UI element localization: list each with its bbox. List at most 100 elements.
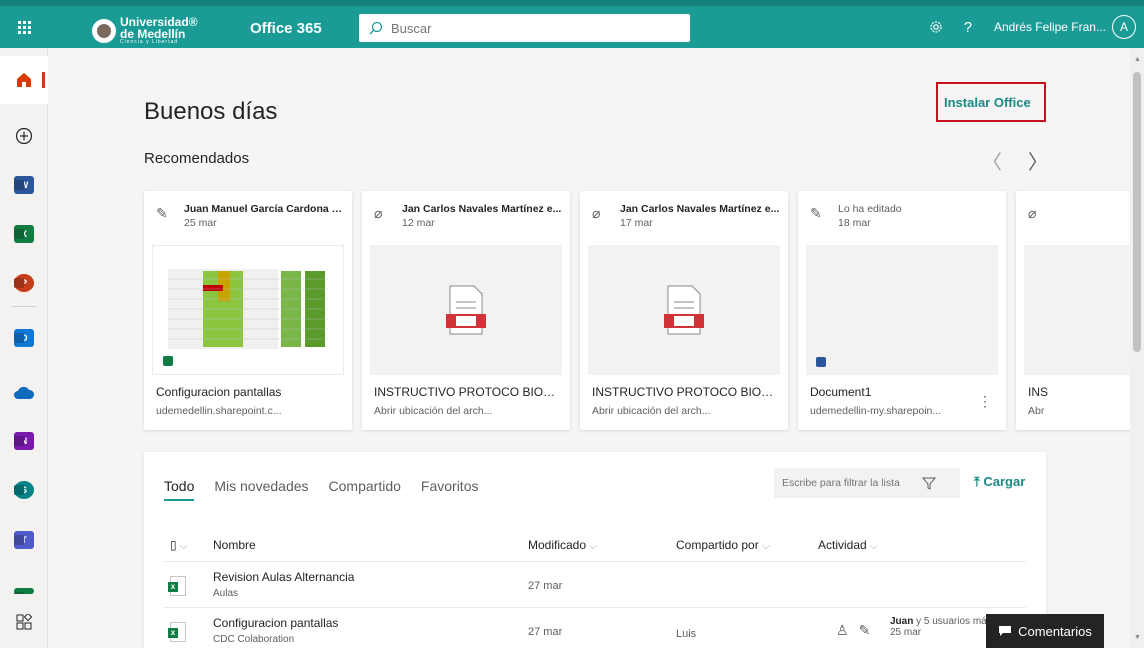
pdf-file-icon (664, 285, 704, 335)
pencil-icon: ✎ (156, 205, 168, 221)
scrollbar-thumb[interactable] (1133, 72, 1141, 352)
avatar[interactable]: A (1112, 15, 1136, 39)
help-button[interactable]: ? (952, 6, 984, 48)
app-launcher-button[interactable] (0, 6, 48, 48)
recommended-card[interactable]: ✎ Lo ha editado 18 mar Document1 udemede… (798, 191, 1006, 430)
card-location: Abrir ubicación del arch... (592, 405, 711, 417)
scroll-up-icon[interactable]: ▲ (1134, 56, 1141, 63)
word-icon: W (14, 176, 34, 194)
card-author: Jan Carlos Navales Martínez e... (402, 203, 562, 215)
pencil-icon: ✎ (810, 205, 822, 221)
upload-button[interactable]: ⤒ Cargar (974, 474, 1025, 490)
excel-file-icon (168, 622, 186, 642)
upload-arrow-icon: ⤒ (974, 474, 984, 489)
rail-all-apps[interactable] (0, 598, 48, 646)
card-location: udemedellin-my.sharepoin... (810, 405, 942, 417)
main-content: Buenos días Instalar Office ⌵ Recomendad… (48, 48, 1130, 648)
card-location: Abrir ubicación del arch... (374, 405, 493, 417)
app-name-link[interactable]: Office 365 (250, 20, 322, 37)
column-name[interactable]: Nombre (213, 538, 256, 552)
table-row[interactable]: Configuracion pantallas CDC Colaboration… (164, 608, 1026, 648)
filter-box[interactable] (774, 468, 960, 498)
recommended-card[interactable]: ✎ Juan Manuel García Cardona y... 25 mar (144, 191, 352, 430)
user-name[interactable]: Andrés Felipe Fran... (994, 20, 1106, 34)
settings-button[interactable] (920, 6, 952, 48)
recommended-card[interactable]: ⌀ Jan Carlos Navales Martínez e... 12 ma… (362, 191, 570, 430)
more-options-icon[interactable]: ⋮ (978, 393, 992, 410)
person-icon: ♙ (836, 622, 849, 638)
top-bar: Universidad® de Medellín Ciencia y Liber… (0, 0, 1144, 48)
card-author: Juan Manuel García Cardona y... (184, 203, 344, 215)
search-box[interactable] (359, 14, 690, 42)
powerpoint-icon: P (14, 274, 34, 292)
feedback-button[interactable]: Comentarios (986, 614, 1104, 648)
rail-powerpoint[interactable]: P (0, 259, 48, 307)
card-title: Document1 (810, 385, 872, 399)
excel-icon (14, 588, 34, 594)
paperclip-icon: ⌀ (374, 205, 383, 221)
search-input[interactable] (391, 20, 671, 36)
column-modified[interactable]: Modificado ⌵ (528, 538, 597, 552)
home-icon (17, 73, 31, 87)
onedrive-icon (14, 386, 35, 399)
tab-favorites[interactable]: Favoritos (421, 478, 479, 501)
tab-all[interactable]: Todo (164, 478, 195, 501)
org-tagline: Ciencia y Libertad (120, 39, 179, 45)
file-shared-by: Luis (676, 628, 697, 640)
table-row[interactable]: Revision Aulas Alternancia Aulas 27 mar (164, 562, 1026, 608)
tab-shared[interactable]: Compartido (329, 478, 401, 501)
rail-more[interactable] (0, 574, 48, 594)
rail-create[interactable] (0, 112, 48, 160)
file-name[interactable]: Configuracion pantallas (213, 616, 338, 630)
rail-teams[interactable]: T (0, 516, 48, 564)
chevron-down-icon[interactable]: ⌵ (1024, 96, 1032, 107)
card-title: INS (1028, 385, 1049, 399)
rail-onenote[interactable]: N (0, 417, 48, 465)
column-shared-by[interactable]: Compartido por ⌵ (676, 538, 770, 552)
rail-home[interactable] (0, 56, 48, 104)
card-title: INSTRUCTIVO PROTOCO BIOSEG... (592, 385, 777, 399)
next-arrow-icon[interactable]: 〉 (1028, 146, 1048, 175)
column-activity[interactable]: Actividad ⌵ (818, 538, 878, 552)
comment-icon (999, 626, 1012, 636)
word-thumbnail (806, 245, 998, 375)
activity-text: Juan y 5 usuarios más 25 mar (890, 616, 992, 638)
tab-my-recent[interactable]: Mis novedades (214, 478, 308, 501)
card-location: Abr (1028, 405, 1045, 417)
scroll-down-icon[interactable]: ▼ (1134, 634, 1141, 641)
rail-divider (12, 306, 36, 307)
card-date: 12 mar (402, 217, 435, 229)
file-type-column-icon[interactable]: ▯ ⌵ (170, 538, 188, 552)
card-date: 18 mar (838, 217, 871, 229)
card-title: Configuracion pantallas (156, 385, 282, 399)
files-panel: Todo Mis novedades Compartido Favoritos … (144, 452, 1046, 648)
paperclip-icon: ⌀ (1028, 205, 1037, 221)
previous-arrow-icon[interactable]: 〈 (982, 146, 1002, 175)
rail-outlook[interactable]: O (0, 314, 48, 362)
card-author: Lo ha editado (838, 203, 902, 215)
page-scrollbar[interactable]: ▲ ▼ (1130, 48, 1144, 648)
recommended-card[interactable]: ⌀ Jan Carlos Navales Martínez e... 17 ma… (580, 191, 788, 430)
file-table-header: ▯ ⌵ Nombre Modificado ⌵ Compartido por ⌵… (164, 532, 1026, 562)
pdf-thumbnail (1024, 245, 1130, 375)
recommended-title: Recomendados (144, 150, 250, 167)
rail-excel[interactable]: X (0, 210, 48, 258)
card-title: INSTRUCTIVO PROTOCO BIOSEG... (374, 385, 559, 399)
all-apps-icon (16, 614, 32, 630)
sharepoint-icon: S (14, 481, 34, 499)
excel-icon (163, 356, 173, 366)
filter-input[interactable] (782, 477, 922, 489)
card-author: Jan Carlos Navales Martínez e... (620, 203, 780, 215)
create-icon (15, 127, 33, 145)
rail-word[interactable]: W (0, 161, 48, 209)
recommended-card[interactable]: ⌀ INS Abr (1016, 191, 1130, 430)
logo-emblem-icon (92, 18, 116, 43)
org-logo[interactable]: Universidad® de Medellín Ciencia y Liber… (92, 16, 198, 45)
filter-icon[interactable] (922, 476, 936, 490)
excel-icon: X (14, 225, 34, 243)
pdf-thumbnail (588, 245, 780, 375)
file-name[interactable]: Revision Aulas Alternancia (213, 570, 354, 584)
rail-sharepoint[interactable]: S (0, 466, 48, 514)
rail-onedrive[interactable] (0, 369, 48, 417)
pencil-icon: ✎ (858, 622, 871, 638)
